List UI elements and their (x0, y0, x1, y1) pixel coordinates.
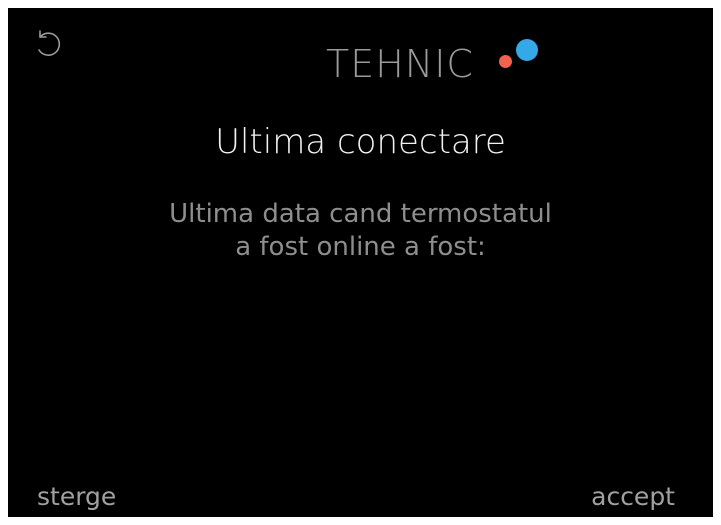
header: TEHNIC (8, 36, 713, 92)
description-line-1: Ultima data cand termostatul (169, 199, 552, 229)
description: Ultima data cand termostatul a fost onli… (8, 198, 713, 264)
header-title: TEHNIC (326, 42, 474, 86)
status-dot-red-icon (499, 55, 512, 68)
device-screen: TEHNIC Ultima conectare Ultima data cand… (8, 8, 713, 517)
status-dot-blue-icon (516, 39, 538, 61)
delete-button[interactable]: sterge (37, 480, 116, 514)
page-title: Ultima conectare (215, 122, 506, 162)
accept-button[interactable]: accept (591, 480, 675, 514)
description-line-2: a fost online a fost: (235, 232, 486, 262)
